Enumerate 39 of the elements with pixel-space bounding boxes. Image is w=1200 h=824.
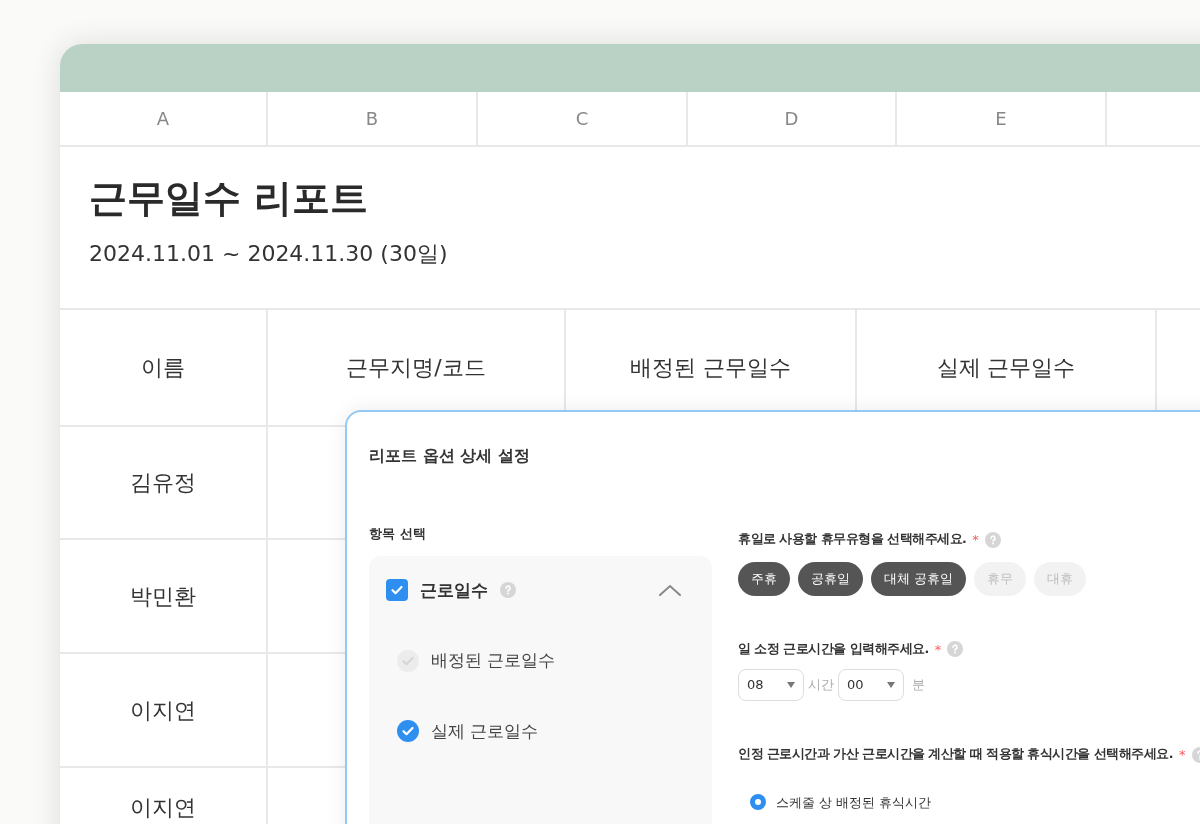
- table-cell: 김유정: [60, 427, 268, 538]
- unit-label: 분: [912, 676, 925, 695]
- radio-label: 스케줄 상 배정된 휴식시간: [776, 793, 932, 812]
- table-cell: 이지연: [60, 768, 268, 824]
- column-letter: B: [268, 92, 478, 145]
- filter-chip[interactable]: 공휴일: [798, 561, 863, 596]
- column-letter: E: [897, 92, 1107, 145]
- column-letter: C: [478, 92, 688, 145]
- unit-label: 시간: [808, 676, 834, 695]
- question-label: 일 소정 근로시간을 입력해주세요.: [738, 639, 929, 658]
- question-label: 휴일로 사용할 휴무유형을 선택해주세요.: [738, 530, 967, 549]
- filter-chip[interactable]: 주휴: [738, 561, 790, 596]
- time-select[interactable]: 00: [838, 669, 904, 701]
- checkbox[interactable]: [386, 579, 408, 602]
- report-period: 2024.11.01 ~ 2024.11.30 (30일): [89, 239, 449, 268]
- help-icon[interactable]: [984, 531, 1001, 548]
- group-label: 근로일수: [420, 578, 488, 602]
- item-label: 실제 근로일수: [431, 719, 539, 743]
- question-label: 인정 근로시간과 가산 근로시간을 계산할 때 적용할 휴식시간을 선택해주세요.: [738, 745, 1174, 764]
- required-mark: *: [1179, 746, 1186, 764]
- required-mark: *: [972, 531, 979, 549]
- table-cell: 이지연: [60, 654, 268, 766]
- item-label: 배정된 근로일수: [431, 649, 556, 672]
- report-title: 근무일수 리포트: [89, 175, 370, 222]
- filter-chip[interactable]: 대체 공휴일: [871, 561, 967, 596]
- column-letter: D: [688, 92, 897, 145]
- column-letter: A: [60, 92, 268, 145]
- dropdown-caret-icon: [887, 682, 895, 688]
- table-cell: 박민환: [60, 540, 268, 652]
- time-select[interactable]: 08: [738, 669, 804, 701]
- dialog-title: 리포트 옵션 상세 설정: [369, 445, 531, 467]
- radio-button[interactable]: [750, 794, 766, 811]
- required-mark: *: [934, 640, 942, 659]
- collapse-chevron-icon[interactable]: [659, 584, 681, 597]
- dropdown-caret-icon: [787, 682, 795, 688]
- section-label: 항목 선택: [369, 525, 427, 543]
- help-icon[interactable]: [500, 582, 516, 599]
- help-icon[interactable]: [947, 641, 964, 658]
- column-header: 이름: [60, 310, 268, 425]
